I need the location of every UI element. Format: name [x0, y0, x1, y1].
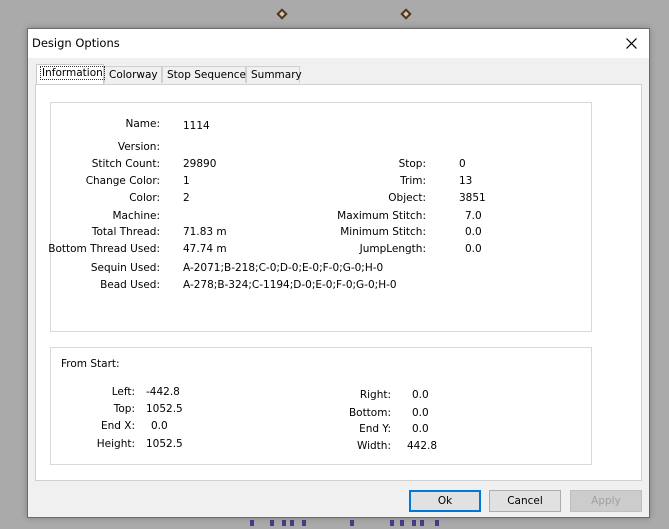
- change-color-value: 1: [183, 175, 190, 187]
- tab-label: Stop Sequence: [167, 69, 247, 81]
- minimum-stitch-value: 0.0: [465, 226, 482, 238]
- total-thread-label: Total Thread:: [91, 226, 160, 238]
- tab-stop-sequence[interactable]: Stop Sequence: [162, 66, 246, 83]
- stop-value: 0: [459, 158, 466, 170]
- trim-value: 13: [459, 175, 473, 187]
- title-bar: Design Options: [28, 29, 649, 58]
- design-preview-strip: [240, 518, 450, 529]
- right-label: Right:: [359, 389, 391, 401]
- maximum-stitch-value: 7.0: [465, 210, 482, 222]
- jump-length-label: JumpLength:: [359, 243, 426, 255]
- tab-label: Colorway: [109, 69, 158, 81]
- bead-used-label: Bead Used:: [100, 279, 160, 291]
- maximum-stitch-label: Maximum Stitch:: [337, 210, 426, 222]
- bottom-label: Bottom:: [348, 407, 391, 419]
- object-label: Object:: [388, 192, 426, 204]
- left-value: -442.8: [146, 386, 180, 398]
- design-motif-icon: [400, 8, 412, 20]
- close-icon: [626, 38, 637, 49]
- tab-colorway[interactable]: Colorway: [104, 66, 162, 83]
- minimum-stitch-label: Minimum Stitch:: [340, 226, 426, 238]
- jump-length-value: 0.0: [465, 243, 482, 255]
- apply-button[interactable]: Apply: [570, 490, 642, 512]
- tab-label: Summary: [251, 69, 302, 81]
- end-x-label: End X:: [100, 420, 135, 432]
- change-color-label: Change Color:: [85, 175, 160, 187]
- bottom-thread-label: Bottom Thread Used:: [48, 243, 160, 255]
- stitch-count-value: 29890: [183, 158, 217, 170]
- object-value: 3851: [459, 192, 486, 204]
- width-value: 442.8: [407, 440, 438, 452]
- machine-label: Machine:: [112, 210, 161, 222]
- name-label: Name:: [125, 118, 160, 130]
- from-start-heading: From Start:: [61, 358, 120, 370]
- design-info-group: Name: 1114 Version: Stitch Count: 29890 …: [48, 102, 592, 332]
- sequin-used-value: A-2071;B-218;C-0;D-0;E-0;F-0;G-0;H-0: [183, 262, 384, 274]
- right-value: 0.0: [412, 389, 429, 401]
- bottom-thread-value: 47.74 m: [183, 243, 227, 255]
- stop-label: Stop:: [398, 158, 426, 170]
- from-start-group: From Start: Left: -442.8 Top: 1052.5 End…: [50, 347, 592, 465]
- trim-label: Trim:: [400, 175, 426, 187]
- width-label: Width:: [356, 440, 391, 452]
- stitch-count-label: Stitch Count:: [91, 158, 160, 170]
- design-motif-icon: [276, 8, 288, 20]
- bottom-value: 0.0: [412, 407, 429, 419]
- left-label: Left:: [111, 386, 135, 398]
- color-value: 2: [183, 192, 190, 204]
- version-label: Version:: [117, 141, 160, 153]
- information-panel: Name: 1114 Version: Stitch Count: 29890 …: [35, 84, 642, 481]
- end-y-value: 0.0: [412, 423, 429, 435]
- end-x-value: 0.0: [151, 420, 168, 432]
- end-y-label: End Y:: [359, 423, 391, 435]
- color-label: Color:: [129, 192, 160, 204]
- cancel-button[interactable]: Cancel: [489, 490, 561, 512]
- close-button[interactable]: [615, 29, 649, 58]
- tab-information[interactable]: Information: [36, 64, 105, 84]
- height-label: Height:: [96, 438, 135, 450]
- design-options-dialog: Design Options Information Colorway Stop…: [27, 28, 650, 518]
- ok-button[interactable]: Ok: [409, 490, 481, 512]
- top-value: 1052.5: [146, 403, 183, 415]
- name-value: 1114: [183, 120, 210, 132]
- dialog-title: Design Options: [32, 36, 120, 50]
- bead-used-value: A-278;B-324;C-1194;D-0;E-0;F-0;G-0;H-0: [183, 279, 397, 291]
- total-thread-value: 71.83 m: [183, 226, 227, 238]
- top-label: Top:: [113, 403, 135, 415]
- height-value: 1052.5: [146, 438, 183, 450]
- tab-summary[interactable]: Summary: [246, 66, 302, 83]
- tab-label: Information: [40, 66, 105, 80]
- sequin-used-label: Sequin Used:: [90, 262, 160, 274]
